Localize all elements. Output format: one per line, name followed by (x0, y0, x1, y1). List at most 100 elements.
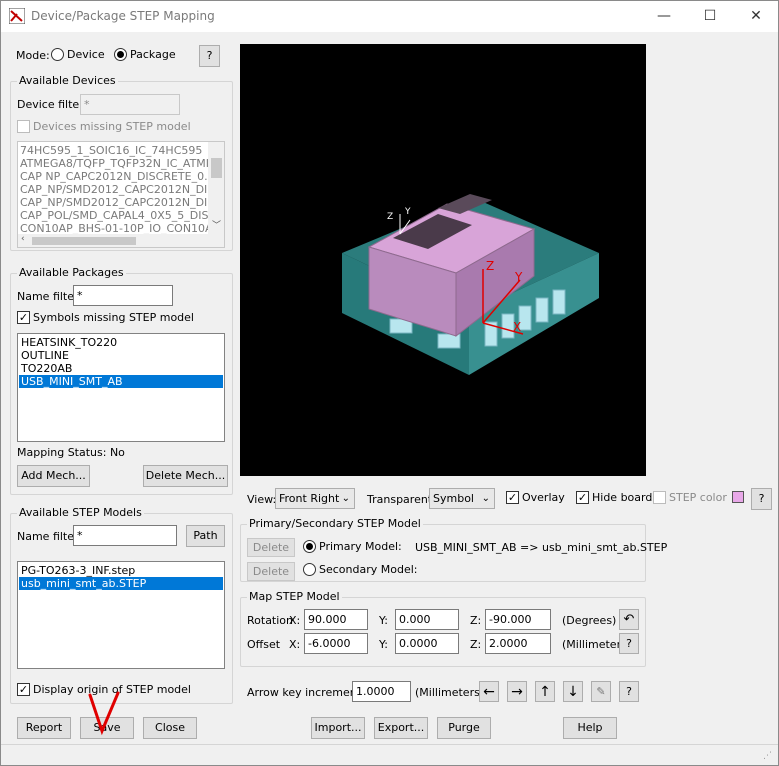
device-list-item[interactable]: ATMEGA8/TQFP_TQFP32N_IC_ATMI (18, 157, 209, 170)
chevron-down-icon: ⌄ (341, 493, 350, 504)
primary-model-radio[interactable] (303, 540, 316, 553)
chevron-down-icon: ⌄ (481, 493, 490, 504)
degrees-label: (Degrees) (562, 614, 617, 627)
rotation-y-label: Y: (379, 614, 388, 627)
devices-hscroll-thumb[interactable] (32, 237, 136, 245)
package-list-item[interactable]: HEATSINK_TO220 (19, 336, 223, 349)
devices-hscrollbar[interactable]: ‹ (18, 234, 224, 247)
step-color-checkbox[interactable] (653, 491, 666, 504)
device-list-item[interactable]: CAP_NP/SMD2012_CAPC2012N_DIS (18, 196, 214, 209)
step-color-swatch[interactable] (732, 491, 744, 503)
arrow-help-button[interactable]: ? (619, 681, 639, 702)
delete-mech-button[interactable]: Delete Mech... (143, 465, 228, 487)
mode-device-radio[interactable] (51, 48, 64, 61)
eraser-button[interactable]: ✎ (591, 681, 611, 702)
title-bar: Device/Package STEP Mapping — ☐ ✕ (1, 1, 778, 32)
symbols-missing-checkbox[interactable]: ✓ (17, 311, 30, 324)
offset-x-input[interactable]: -6.0000 (304, 633, 368, 654)
origin-z-label: Z (387, 212, 393, 222)
packages-list[interactable]: HEATSINK_TO220 OUTLINE TO220AB USB_MINI_SMT… (17, 333, 225, 442)
package-list-item[interactable]: USB_MINI_SMT_AB (19, 375, 223, 388)
add-mech-button[interactable]: Add Mech... (17, 465, 90, 487)
transparent-value: Symbol (433, 492, 474, 505)
rotation-x-input[interactable]: 90.000 (304, 609, 368, 630)
path-button[interactable]: Path (186, 525, 225, 547)
export-button[interactable]: Export... (374, 717, 428, 739)
mode-package-radio[interactable] (114, 48, 127, 61)
device-list-item[interactable]: CAP_NP/SMD2012_CAPC2012N_DIS (18, 183, 214, 196)
view-label: View: (247, 493, 277, 506)
mapping-status: Mapping Status: No (17, 446, 125, 459)
device-list-item[interactable]: CAP_POL/SMD_CAPAL4_0X5_5_DIS (18, 209, 208, 222)
available-packages-title: Available Packages (17, 266, 126, 279)
rotation-z-label: Z: (470, 614, 482, 627)
move-right-button[interactable]: → (507, 681, 527, 702)
rotation-x-label: X: (289, 614, 301, 627)
arrow-increment-input[interactable]: 1.0000 (352, 681, 411, 702)
devices-list[interactable]: 74HC595_1_SOIC16_IC_74HC595 ATMEGA8/TQFP_… (17, 141, 225, 248)
axis-y-label: Y (514, 270, 523, 284)
primary-delete-button[interactable]: Delete (247, 538, 295, 557)
mode-help-button[interactable]: ? (199, 45, 220, 67)
origin-y-label: Y (404, 207, 411, 217)
transparent-label: Transparent: (367, 493, 436, 506)
report-button[interactable]: Report (17, 717, 71, 739)
secondary-delete-button[interactable]: Delete (247, 562, 295, 581)
reset-rotation-button[interactable]: ↶ (619, 609, 639, 630)
move-left-button[interactable]: ← (479, 681, 499, 702)
step-model-render: Z Y X Z Y (342, 194, 599, 375)
mode-device-label: Device (67, 48, 105, 61)
view-help-button[interactable]: ? (751, 488, 772, 510)
secondary-model-radio[interactable] (303, 563, 316, 576)
window-title: Device/Package STEP Mapping (31, 9, 215, 23)
offset-y-input[interactable]: 0.0000 (395, 633, 459, 654)
secondary-model-label: Secondary Model: (319, 563, 418, 576)
display-origin-checkbox[interactable]: ✓ (17, 683, 30, 696)
device-list-item[interactable]: CAP NP_CAPC2012N_DISCRETE_0.1 (18, 170, 215, 183)
hide-board-checkbox[interactable]: ✓ (576, 491, 589, 504)
maximize-button[interactable]: ☐ (687, 1, 733, 32)
device-filter-input[interactable]: * (80, 94, 180, 115)
step-model-list-item[interactable]: PG-TO263-3_INF.step (19, 564, 223, 577)
map-step-model-group: Map STEP Model (240, 590, 646, 667)
close-window-button[interactable]: ✕ (733, 1, 779, 32)
available-step-models-title: Available STEP Models (17, 506, 144, 519)
package-list-item[interactable]: TO220AB (19, 362, 223, 375)
step-model-list-item[interactable]: usb_mini_smt_ab.STEP (19, 577, 223, 590)
close-button[interactable]: Close (143, 717, 197, 739)
rotation-y-input[interactable]: 0.000 (395, 609, 459, 630)
offset-z-input[interactable]: 2.0000 (485, 633, 551, 654)
chevron-down-icon[interactable]: ﹀ (212, 218, 221, 231)
primary-mapping-text: USB_MINI_SMT_AB => usb_mini_smt_ab.STEP (415, 541, 668, 554)
arrow-increment-label: Arrow key increment: (247, 686, 365, 699)
arrow-increment-unit: (Millimeters) (415, 686, 485, 699)
step-filter-input[interactable]: * (73, 525, 177, 546)
chevron-left-icon[interactable]: ‹ (21, 234, 25, 244)
import-button[interactable]: Import... (311, 717, 365, 739)
rotation-z-input[interactable]: -90.000 (485, 609, 551, 630)
devices-vscrollbar[interactable]: ﹀ (208, 142, 224, 234)
purge-button[interactable]: Purge (437, 717, 491, 739)
overlay-checkbox[interactable]: ✓ (506, 491, 519, 504)
move-up-button[interactable]: ↑ (535, 681, 555, 702)
view-select[interactable]: Front Right ⌄ (275, 488, 355, 509)
3d-viewer[interactable]: Z Y X Z Y (240, 44, 646, 476)
devices-missing-checkbox[interactable] (17, 120, 30, 133)
axis-z-label: Z (486, 259, 494, 273)
package-list-item[interactable]: OUTLINE (19, 349, 223, 362)
device-list-item[interactable]: 74HC595_1_SOIC16_IC_74HC595 (18, 144, 208, 157)
transparent-select[interactable]: Symbol ⌄ (429, 488, 495, 509)
view-value: Front Right (279, 492, 340, 505)
package-filter-input[interactable]: * (73, 285, 173, 306)
minimize-button[interactable]: — (641, 1, 687, 32)
help-button[interactable]: Help (563, 717, 617, 739)
resize-grip-icon[interactable]: ⋰ (763, 751, 772, 761)
primary-model-label: Primary Model: (319, 540, 402, 553)
map-help-button[interactable]: ? (619, 633, 639, 654)
hide-board-label: Hide board (592, 491, 653, 504)
eraser-icon: ✎ (596, 685, 606, 698)
step-models-list[interactable]: PG-TO263-3_INF.step usb_mini_smt_ab.STEP (17, 561, 225, 669)
devices-vscroll-thumb[interactable] (211, 158, 222, 178)
move-down-button[interactable]: ↓ (563, 681, 583, 702)
overlay-label: Overlay (522, 491, 565, 504)
